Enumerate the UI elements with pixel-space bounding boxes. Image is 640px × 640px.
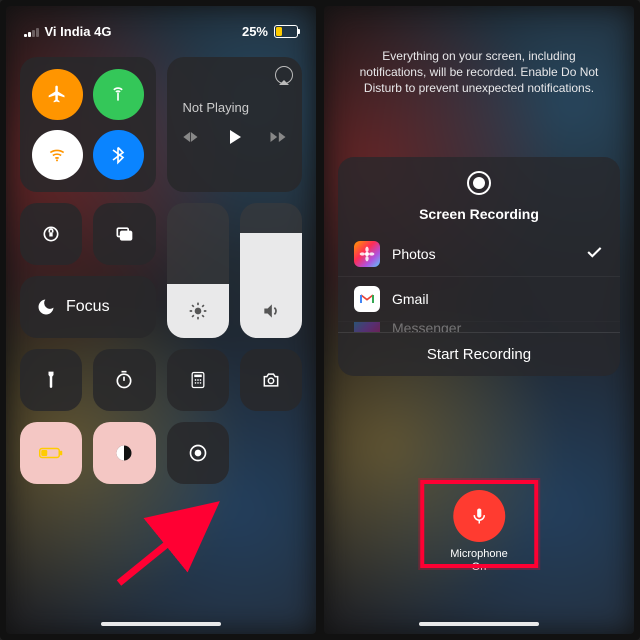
prev-track-icon[interactable] bbox=[180, 127, 200, 147]
app-option-label: Photos bbox=[392, 246, 436, 262]
wifi-icon bbox=[47, 145, 67, 165]
connectivity-tile[interactable] bbox=[20, 57, 156, 192]
start-recording-button[interactable]: Start Recording bbox=[338, 332, 620, 376]
microphone-icon bbox=[469, 506, 489, 526]
bluetooth-toggle[interactable] bbox=[93, 130, 144, 181]
record-icon bbox=[188, 443, 208, 463]
airplane-icon bbox=[47, 84, 67, 104]
orientation-lock-icon bbox=[41, 224, 61, 244]
screen-record-button[interactable] bbox=[167, 422, 229, 484]
camera-button[interactable] bbox=[240, 349, 302, 411]
camera-icon bbox=[261, 370, 281, 390]
focus-label: Focus bbox=[66, 298, 110, 316]
low-power-icon bbox=[39, 441, 63, 465]
volume-slider[interactable] bbox=[240, 203, 302, 338]
microphone-label: Microphone bbox=[450, 548, 507, 560]
antenna-icon bbox=[108, 84, 128, 104]
flashlight-button[interactable] bbox=[20, 349, 82, 411]
screen-mirroring-icon bbox=[114, 224, 134, 244]
microphone-toggle[interactable]: Microphone On bbox=[450, 490, 507, 574]
flashlight-icon bbox=[41, 370, 61, 390]
battery-percent: 25% bbox=[242, 24, 268, 39]
calculator-button[interactable] bbox=[167, 349, 229, 411]
sheet-title: Screen Recording bbox=[338, 206, 620, 222]
phone-screen-recording-sheet: Everything on your screen, including not… bbox=[324, 6, 634, 634]
dark-mode-button[interactable] bbox=[93, 422, 155, 484]
timer-icon bbox=[114, 370, 134, 390]
messenger-app-icon bbox=[354, 321, 380, 332]
record-icon bbox=[467, 171, 491, 195]
status-bar: Vi India 4G 25% bbox=[6, 6, 316, 47]
brightness-slider[interactable] bbox=[167, 203, 229, 338]
battery-icon bbox=[274, 25, 298, 38]
app-option-gmail[interactable]: Gmail bbox=[338, 276, 620, 321]
play-icon[interactable] bbox=[222, 125, 246, 149]
app-option-messenger[interactable]: Messenger bbox=[338, 321, 620, 332]
microphone-state: On bbox=[472, 561, 487, 573]
sun-icon bbox=[188, 301, 208, 326]
now-playing-title: Not Playing bbox=[177, 100, 293, 115]
wifi-toggle[interactable] bbox=[32, 130, 83, 181]
app-option-photos[interactable]: Photos bbox=[338, 232, 620, 276]
moon-icon bbox=[36, 297, 56, 317]
screen-recording-sheet: Screen Recording Photos Gmail bbox=[338, 157, 620, 376]
screen-mirroring-button[interactable] bbox=[93, 203, 155, 265]
timer-button[interactable] bbox=[93, 349, 155, 411]
checkmark-icon bbox=[584, 242, 604, 265]
recording-notice: Everything on your screen, including not… bbox=[324, 6, 634, 97]
app-option-label: Messenger bbox=[392, 321, 461, 332]
gmail-app-icon bbox=[354, 286, 380, 312]
orientation-lock-button[interactable] bbox=[20, 203, 82, 265]
next-track-icon[interactable] bbox=[268, 127, 288, 147]
dark-mode-icon bbox=[114, 443, 134, 463]
carrier-label: Vi India 4G bbox=[45, 24, 112, 39]
focus-button[interactable]: Focus bbox=[20, 276, 156, 338]
airplane-mode-toggle[interactable] bbox=[32, 69, 83, 120]
airplay-icon[interactable] bbox=[275, 66, 293, 84]
speaker-icon bbox=[261, 301, 281, 326]
low-power-button[interactable] bbox=[20, 422, 82, 484]
signal-icon bbox=[24, 27, 39, 37]
app-option-label: Gmail bbox=[392, 291, 429, 307]
photos-app-icon bbox=[354, 241, 380, 267]
cellular-data-toggle[interactable] bbox=[93, 69, 144, 120]
bluetooth-icon bbox=[108, 145, 128, 165]
calculator-icon bbox=[188, 370, 208, 390]
phone-control-center: Vi India 4G 25% bbox=[6, 6, 316, 634]
now-playing-tile[interactable]: Not Playing bbox=[167, 57, 303, 192]
